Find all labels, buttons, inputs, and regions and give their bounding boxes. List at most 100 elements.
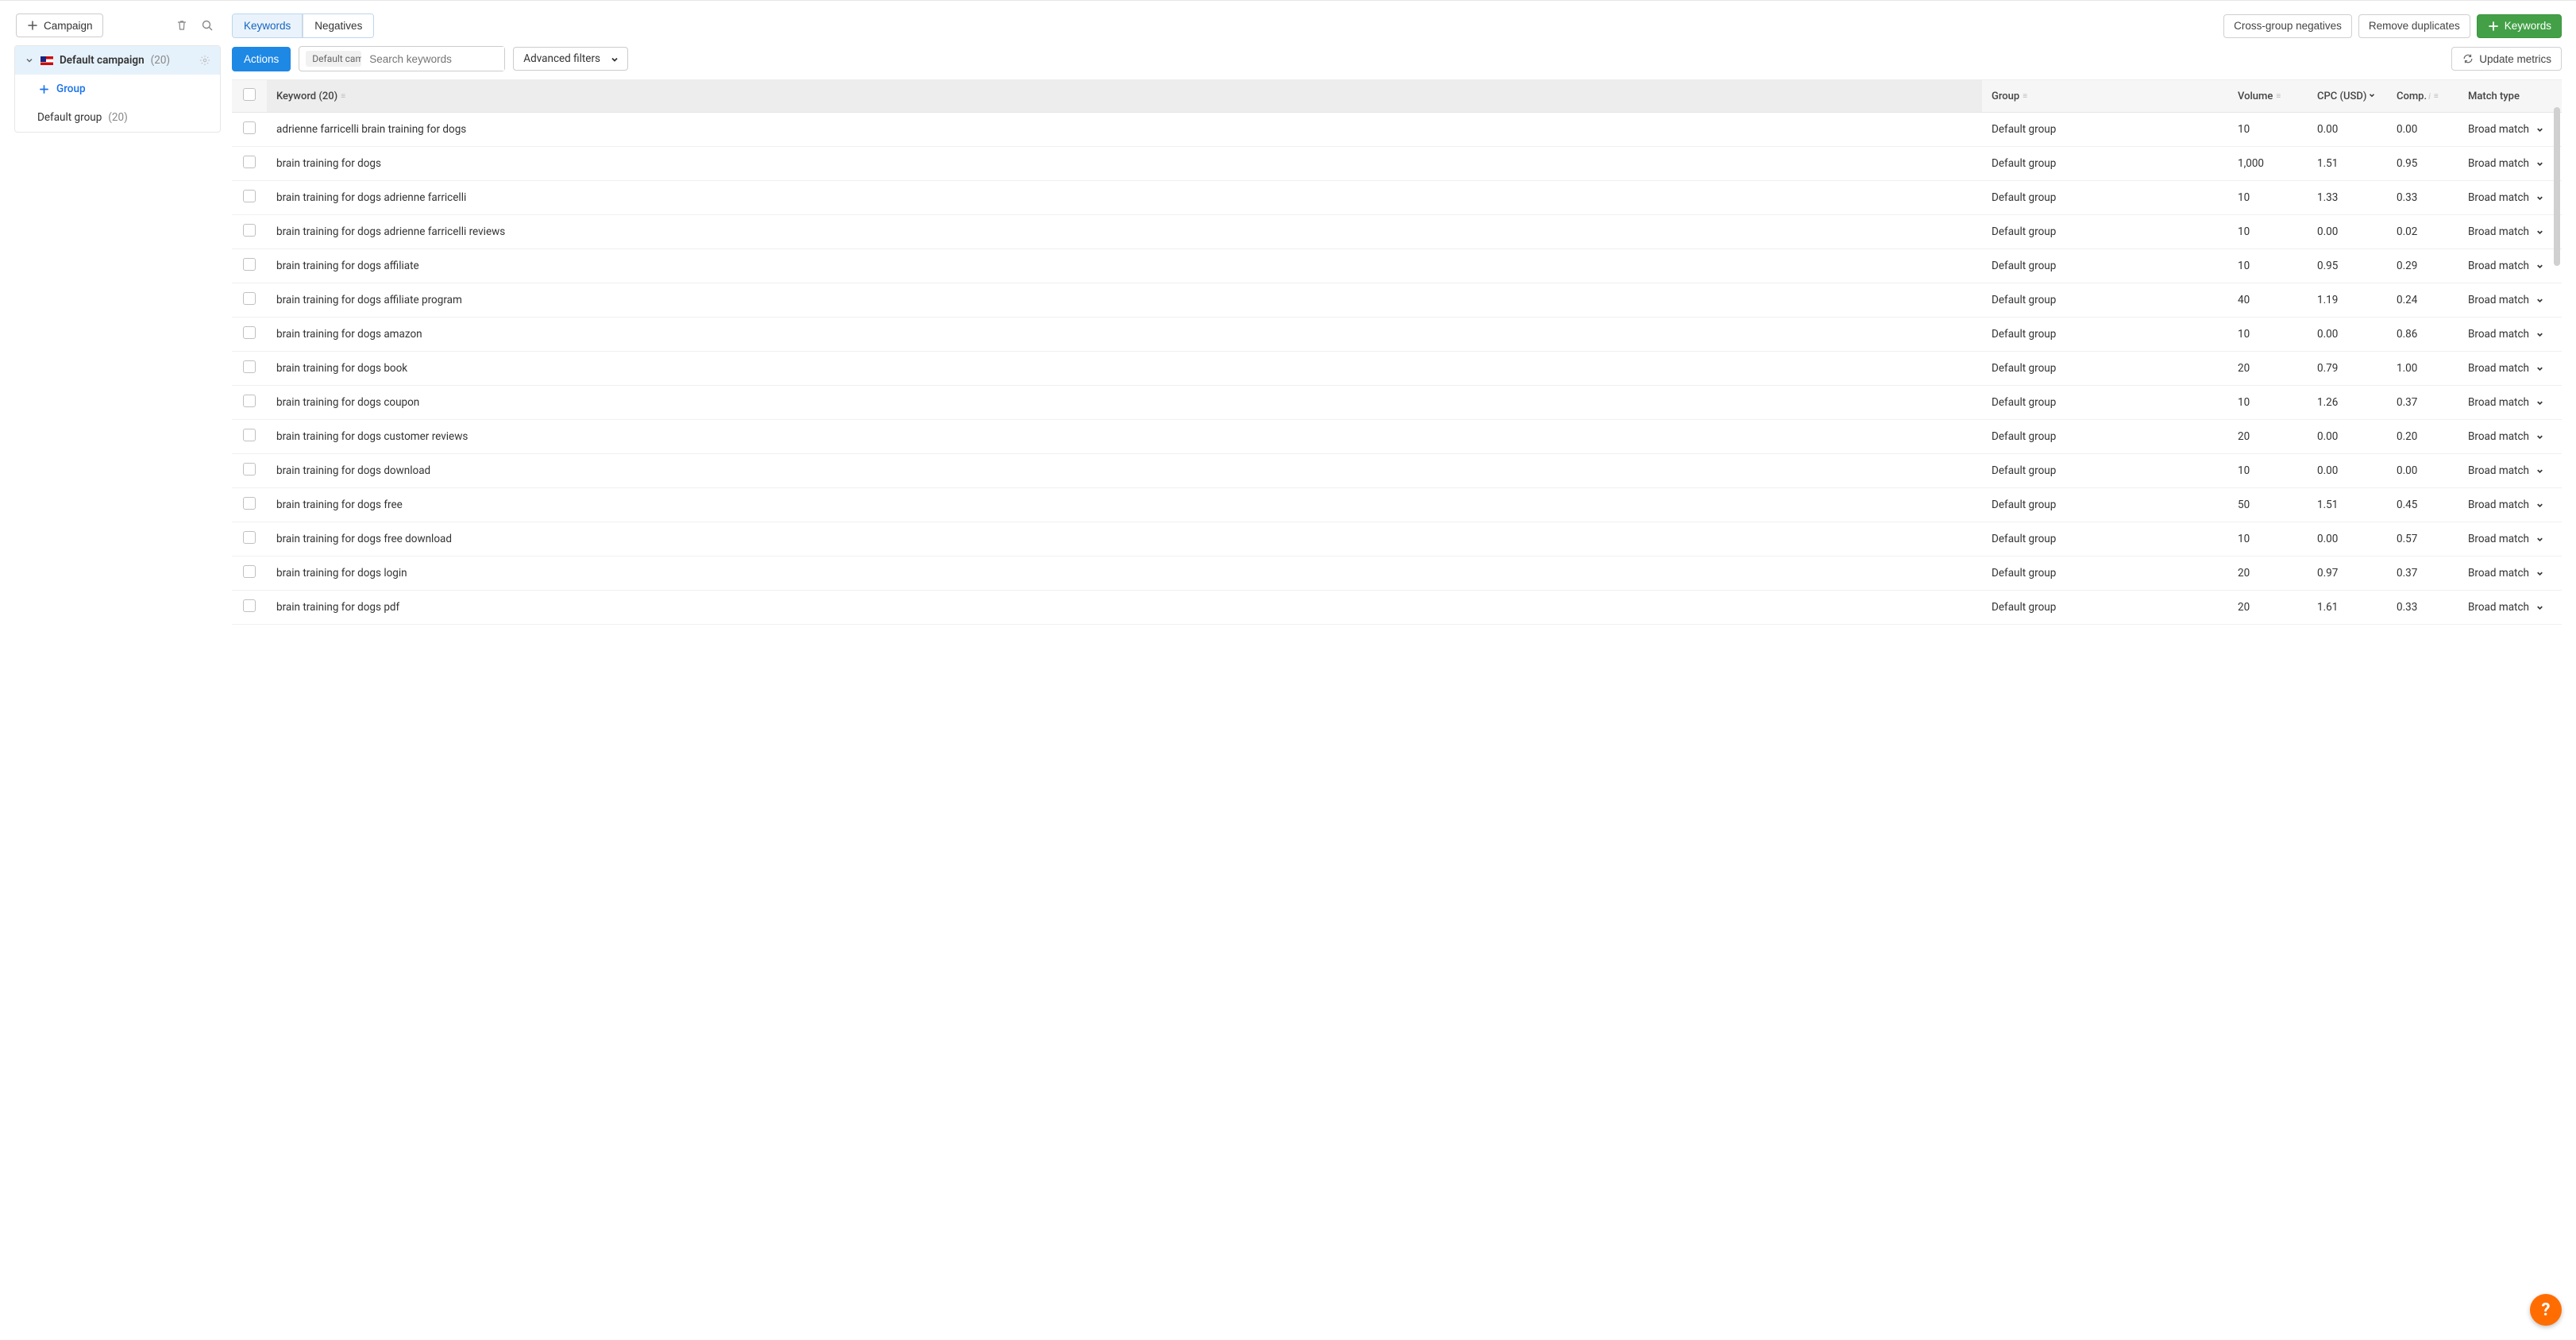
cell-keyword[interactable]: brain training for dogs download <box>267 454 1982 488</box>
row-checkbox[interactable] <box>243 531 256 544</box>
row-checkbox[interactable] <box>243 395 256 407</box>
row-checkbox[interactable] <box>243 156 256 168</box>
cell-match[interactable]: Broad match <box>2458 454 2562 488</box>
cell-keyword[interactable]: brain training for dogs <box>267 147 1982 181</box>
row-checkbox[interactable] <box>243 565 256 578</box>
select-all-checkbox[interactable] <box>243 88 256 101</box>
row-checkbox[interactable] <box>243 292 256 305</box>
trash-icon[interactable] <box>170 13 194 37</box>
row-checkbox[interactable] <box>243 463 256 476</box>
add-keywords-button[interactable]: Keywords <box>2477 14 2562 38</box>
cell-match[interactable]: Broad match <box>2458 215 2562 249</box>
cell-group[interactable]: Default group <box>1982 420 2228 454</box>
cell-match[interactable]: Broad match <box>2458 522 2562 556</box>
help-fab[interactable]: ? <box>2530 1294 2562 1326</box>
row-checkbox[interactable] <box>243 497 256 510</box>
cell-keyword[interactable]: brain training for dogs pdf <box>267 591 1982 625</box>
chevron-down-icon <box>2536 228 2543 236</box>
group-name: Default group <box>37 111 102 124</box>
row-checkbox[interactable] <box>243 429 256 441</box>
tab-keywords[interactable]: Keywords <box>233 14 303 37</box>
th-checkbox[interactable] <box>232 80 267 113</box>
row-checkbox-cell <box>232 352 267 386</box>
cell-group[interactable]: Default group <box>1982 454 2228 488</box>
scrollbar[interactable] <box>2554 107 2560 1340</box>
cell-group[interactable]: Default group <box>1982 522 2228 556</box>
row-checkbox[interactable] <box>243 258 256 271</box>
cell-group[interactable]: Default group <box>1982 249 2228 283</box>
cell-match[interactable]: Broad match <box>2458 591 2562 625</box>
row-checkbox[interactable] <box>243 599 256 612</box>
cell-keyword[interactable]: brain training for dogs affiliate progra… <box>267 283 1982 318</box>
tree-campaign-row[interactable]: Default campaign (20) <box>15 46 220 75</box>
cell-group[interactable]: Default group <box>1982 181 2228 215</box>
table-wrap: Keyword (20)≡ Group≡ Volume≡ CPC (USD) C… <box>232 79 2562 1340</box>
th-volume[interactable]: Volume≡ <box>2228 80 2308 113</box>
cell-cpc: 1.61 <box>2308 591 2387 625</box>
remove-duplicates-button[interactable]: Remove duplicates <box>2358 14 2470 38</box>
cell-match[interactable]: Broad match <box>2458 420 2562 454</box>
chevron-down-icon <box>2536 364 2543 372</box>
cell-match[interactable]: Broad match <box>2458 318 2562 352</box>
cell-keyword[interactable]: brain training for dogs adrienne farrice… <box>267 181 1982 215</box>
cell-group[interactable]: Default group <box>1982 352 2228 386</box>
cell-match[interactable]: Broad match <box>2458 249 2562 283</box>
cell-match[interactable]: Broad match <box>2458 147 2562 181</box>
cell-keyword[interactable]: brain training for dogs adrienne farrice… <box>267 215 1982 249</box>
cell-keyword[interactable]: brain training for dogs coupon <box>267 386 1982 420</box>
cell-group[interactable]: Default group <box>1982 488 2228 522</box>
cell-match[interactable]: Broad match <box>2458 283 2562 318</box>
search-input[interactable] <box>361 47 504 71</box>
tree-group-row[interactable]: Default group (20) <box>15 103 220 132</box>
th-keyword[interactable]: Keyword (20)≡ <box>267 80 1982 113</box>
tree-add-group[interactable]: Group <box>15 75 220 103</box>
campaign-count: (20) <box>151 54 171 67</box>
search-icon[interactable] <box>195 13 219 37</box>
help-label: ? <box>2542 1300 2551 1320</box>
cell-group[interactable]: Default group <box>1982 283 2228 318</box>
row-checkbox[interactable] <box>243 224 256 237</box>
cell-keyword[interactable]: brain training for dogs free <box>267 488 1982 522</box>
cell-group[interactable]: Default group <box>1982 556 2228 591</box>
cell-match[interactable]: Broad match <box>2458 556 2562 591</box>
th-match[interactable]: Match type <box>2458 80 2562 113</box>
cell-keyword[interactable]: brain training for dogs book <box>267 352 1982 386</box>
update-metrics-button[interactable]: Update metrics <box>2451 47 2562 71</box>
cell-keyword[interactable]: adrienne farricelli brain training for d… <box>267 113 1982 147</box>
cell-cpc: 0.00 <box>2308 113 2387 147</box>
cell-group[interactable]: Default group <box>1982 147 2228 181</box>
tab-negatives[interactable]: Negatives <box>303 14 373 37</box>
cell-group[interactable]: Default group <box>1982 386 2228 420</box>
search-chip[interactable]: Default campa <box>306 51 361 67</box>
cell-group[interactable]: Default group <box>1982 113 2228 147</box>
th-cpc[interactable]: CPC (USD) <box>2308 80 2387 113</box>
th-group[interactable]: Group≡ <box>1982 80 2228 113</box>
cell-match[interactable]: Broad match <box>2458 386 2562 420</box>
th-comp[interactable]: Comp.i≡ <box>2387 80 2458 113</box>
cell-group[interactable]: Default group <box>1982 591 2228 625</box>
cell-group[interactable]: Default group <box>1982 318 2228 352</box>
cell-cpc: 1.33 <box>2308 181 2387 215</box>
cell-keyword[interactable]: brain training for dogs login <box>267 556 1982 591</box>
cell-group[interactable]: Default group <box>1982 215 2228 249</box>
actions-button[interactable]: Actions <box>232 47 291 71</box>
gear-icon[interactable] <box>199 55 210 66</box>
cell-match[interactable]: Broad match <box>2458 352 2562 386</box>
cell-match[interactable]: Broad match <box>2458 181 2562 215</box>
cell-match[interactable]: Broad match <box>2458 113 2562 147</box>
add-campaign-button[interactable]: Campaign <box>16 13 103 37</box>
table-row: brain training for dogs free downloadDef… <box>232 522 2562 556</box>
cross-group-negatives-button[interactable]: Cross-group negatives <box>2223 14 2352 38</box>
cell-keyword[interactable]: brain training for dogs free download <box>267 522 1982 556</box>
row-checkbox[interactable] <box>243 190 256 202</box>
cell-keyword[interactable]: brain training for dogs affiliate <box>267 249 1982 283</box>
cell-keyword[interactable]: brain training for dogs amazon <box>267 318 1982 352</box>
cell-match[interactable]: Broad match <box>2458 488 2562 522</box>
chevron-down-icon <box>2536 296 2543 304</box>
advanced-filters-button[interactable]: Advanced filters <box>513 47 628 71</box>
row-checkbox[interactable] <box>243 326 256 339</box>
row-checkbox[interactable] <box>243 121 256 134</box>
row-checkbox[interactable] <box>243 360 256 373</box>
scrollbar-thumb[interactable] <box>2554 107 2560 266</box>
cell-keyword[interactable]: brain training for dogs customer reviews <box>267 420 1982 454</box>
